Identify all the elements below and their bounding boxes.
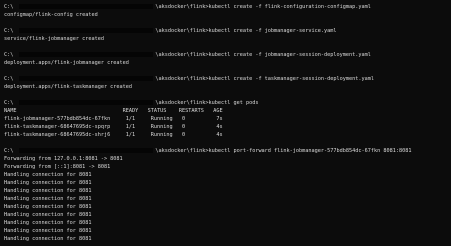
terminal-window[interactable]: C:\ \aksdocker\flink>kubectl create -f fl… — [0, 0, 451, 246]
output-line: deployment.apps/flink-jobmanager created — [4, 60, 129, 66]
output-line: Handling connection for 8081 — [4, 196, 92, 202]
redacted-path-block — [19, 76, 154, 81]
redacted-path-block — [19, 52, 154, 57]
command-text: kubectl create -f jobmanager-service.yam… — [208, 28, 337, 34]
prompt-line: C:\ \aksdocker\flink>kubectl get pods — [4, 99, 449, 107]
output-line: Handling connection for 8081 — [4, 228, 92, 234]
output-line: Handling connection for 8081 — [4, 188, 92, 194]
output-line: NAME READY STATUS RESTARTS AGE — [4, 108, 223, 114]
prompt-line: C:\ \aksdocker\flink>kubectl create -f ta… — [4, 75, 449, 83]
command-text: kubectl create -f jobmanager-session-dep… — [208, 52, 371, 58]
output-line: flink-taskmanager-68647695dc-spqrp 1/1 R… — [4, 124, 223, 130]
prompt-drive: C:\ — [4, 4, 14, 10]
redacted-path-block — [19, 4, 154, 9]
prompt-drive: C:\ — [4, 148, 14, 154]
redacted-path-block — [19, 148, 154, 153]
output-line: Handling connection for 8081 — [4, 172, 92, 178]
output-line: Handling connection for 8081 — [4, 180, 92, 186]
output-line: Forwarding from [::1]:8081 -> 8081 — [4, 164, 111, 170]
terminal-output: C:\ \aksdocker\flink>kubectl create -f fl… — [4, 3, 449, 243]
prompt-path: \aksdocker\flink> — [155, 148, 209, 154]
redacted-path-block — [19, 28, 154, 33]
command-text: kubectl create -f flink-configuration-co… — [208, 4, 371, 10]
prompt-drive: C:\ — [4, 52, 14, 58]
output-line: Handling connection for 8081 — [4, 220, 92, 226]
command-text: kubectl get pods — [208, 100, 259, 106]
prompt-line: C:\ \aksdocker\flink>kubectl create -f jo… — [4, 51, 449, 59]
output-line: Handling connection for 8081 — [4, 204, 92, 210]
prompt-path: \aksdocker\flink> — [155, 52, 209, 58]
command-text: kubectl create -f taskmanager-session-de… — [208, 76, 374, 82]
prompt-drive: C:\ — [4, 76, 14, 82]
redacted-path-block — [19, 100, 154, 105]
output-line: flink-jobmanager-577bdb854dc-67fkn 1/1 R… — [4, 116, 223, 122]
output-line: configmap/flink-config created — [4, 12, 98, 18]
prompt-line: C:\ \aksdocker\flink>kubectl create -f fl… — [4, 3, 449, 11]
output-line: Handling connection for 8081 — [4, 236, 92, 242]
prompt-path: \aksdocker\flink> — [155, 100, 209, 106]
prompt-path: \aksdocker\flink> — [155, 76, 209, 82]
output-line: Handling connection for 8081 — [4, 212, 92, 218]
prompt-drive: C:\ — [4, 100, 14, 106]
prompt-path: \aksdocker\flink> — [155, 4, 209, 10]
prompt-path: \aksdocker\flink> — [155, 28, 209, 34]
prompt-line: C:\ \aksdocker\flink>kubectl port-forward… — [4, 147, 449, 155]
output-line: Forwarding from 127.0.0.1:8081 -> 8081 — [4, 156, 123, 162]
command-text: kubectl port-forward flink-jobmanager-57… — [208, 148, 412, 154]
output-line: flink-taskmanager-68647695dc-shrj6 1/1 R… — [4, 132, 223, 138]
output-line: service/flink-jobmanager created — [4, 36, 104, 42]
output-line: deployment.apps/flink-taskmanager create… — [4, 84, 133, 90]
prompt-line: C:\ \aksdocker\flink>kubectl create -f jo… — [4, 27, 449, 35]
prompt-drive: C:\ — [4, 28, 14, 34]
